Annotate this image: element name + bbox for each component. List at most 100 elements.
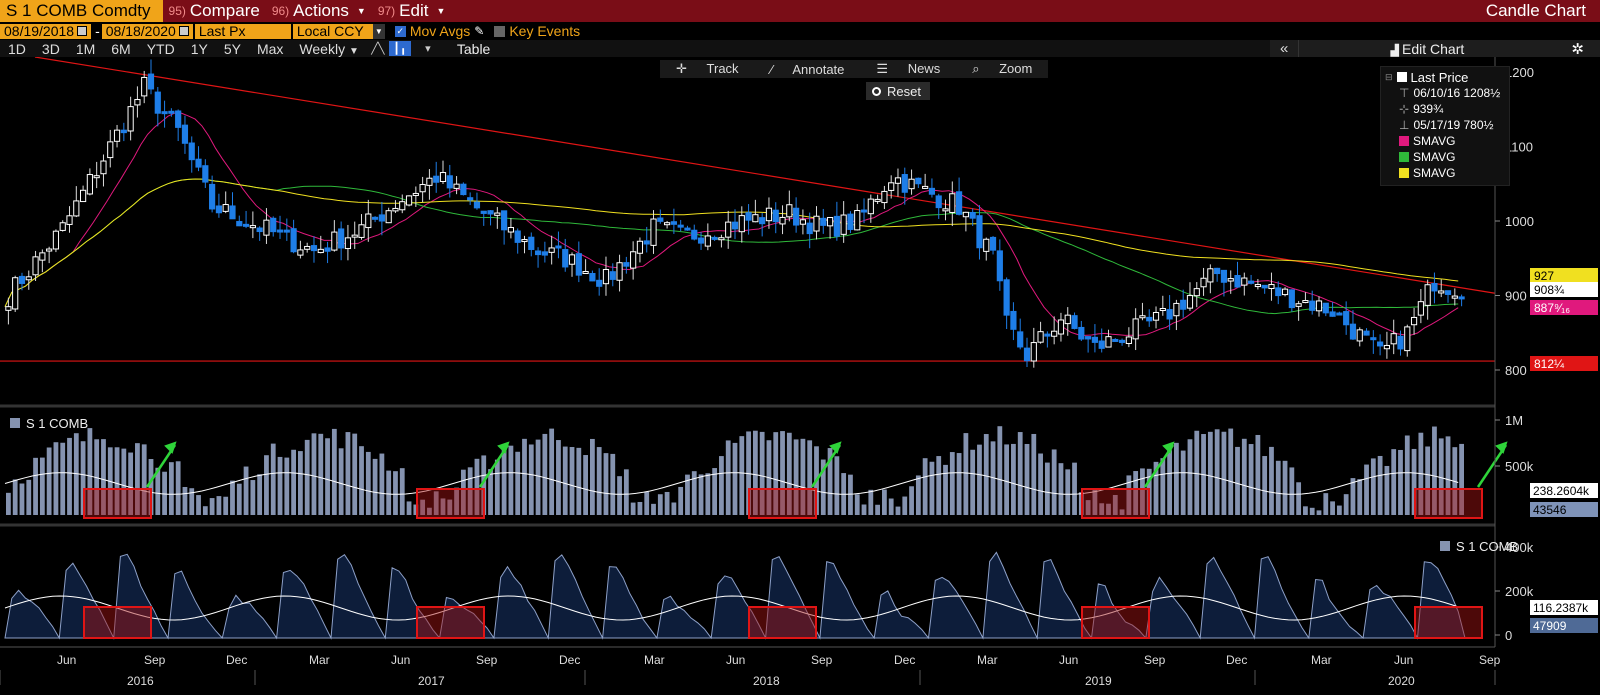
chart-type-title: Candle Chart xyxy=(1485,1,1586,20)
candle-body xyxy=(657,217,664,222)
candle-body xyxy=(351,234,358,238)
news-button[interactable]: ☰ News xyxy=(860,61,956,77)
period-1y[interactable]: 1Y xyxy=(183,41,216,57)
calendar-icon[interactable] xyxy=(178,26,189,36)
volume-bar xyxy=(861,504,867,515)
volume-bar xyxy=(549,428,555,515)
period-max[interactable]: Max xyxy=(249,41,291,57)
calendar-icon[interactable] xyxy=(77,26,88,36)
volume-bar xyxy=(33,457,38,515)
reset-button[interactable]: Reset xyxy=(866,82,930,100)
candle-body xyxy=(1247,280,1255,284)
volume-bar xyxy=(26,479,32,515)
start-date: 08/19/2018 xyxy=(4,23,75,39)
edit-chart-button[interactable]: ▟ Edit Chart xyxy=(1391,41,1465,57)
candle-body xyxy=(1030,342,1037,362)
period-5y[interactable]: 5Y xyxy=(216,41,249,57)
candle-body xyxy=(1118,339,1126,343)
low-oi-highlight xyxy=(748,606,817,639)
candle-body xyxy=(1234,275,1241,288)
candle-chart-icon[interactable]: ┃╻ xyxy=(388,41,411,56)
expand-icon[interactable]: ⊟ xyxy=(1385,72,1393,83)
volume-bar xyxy=(270,443,276,515)
period-bar: 1D 3D 1M 6M YTD 1Y 5Y Max Weekly ▼ ╱╲ ┃╻… xyxy=(0,40,1600,58)
volume-bar xyxy=(223,496,229,515)
currency-select[interactable]: Local CCY xyxy=(292,23,373,39)
volume-bar xyxy=(1044,462,1050,515)
candle-body xyxy=(1098,340,1105,349)
gear-icon[interactable]: ✲ xyxy=(1555,40,1600,58)
end-date-field[interactable]: 08/18/2020 xyxy=(101,23,193,39)
candle-body xyxy=(799,219,807,225)
arrow-head-icon xyxy=(1495,441,1508,454)
volume-bar xyxy=(352,433,358,515)
legend-sma-1[interactable]: SMAVG xyxy=(1385,133,1505,149)
volume-bar xyxy=(637,501,643,515)
open-interest-panel xyxy=(4,551,1483,640)
candle-body xyxy=(1424,284,1431,306)
candle-body xyxy=(1105,336,1112,348)
period-1m[interactable]: 1M xyxy=(68,41,103,57)
key-events-checkbox[interactable] xyxy=(494,25,506,37)
actions-menu[interactable]: 96) Actions ▼ xyxy=(266,0,372,22)
legend-sma-2[interactable]: SMAVG xyxy=(1385,149,1505,165)
track-button[interactable]: ✛ Track xyxy=(660,61,755,77)
candle-body xyxy=(147,73,155,90)
ticker-field[interactable]: S 1 COMB Comdty xyxy=(0,0,163,22)
volume-bar xyxy=(712,468,718,515)
collapse-icon[interactable]: « xyxy=(1270,40,1300,57)
volume-bar xyxy=(596,447,602,515)
candle-body xyxy=(514,230,521,243)
legend-last-price[interactable]: ⊟ Last Price xyxy=(1385,69,1505,85)
edit-menu[interactable]: 97) Edit ▼ xyxy=(372,0,452,22)
candle-body xyxy=(473,201,481,209)
volume-bar xyxy=(522,438,527,515)
candle-body xyxy=(759,217,766,225)
table-button[interactable]: Table xyxy=(457,41,490,57)
currency-dropdown-icon[interactable]: ▼ xyxy=(372,23,385,39)
month-label: Sep xyxy=(476,653,498,667)
volume-bar xyxy=(1214,429,1220,515)
volume-bar xyxy=(488,469,493,515)
volume-bar xyxy=(1269,446,1274,515)
volume-bar xyxy=(562,446,568,515)
volume-bar xyxy=(1296,482,1302,515)
volume-bar xyxy=(257,474,263,515)
pencil-icon[interactable]: ✎ xyxy=(474,24,484,38)
candle-body xyxy=(630,251,637,269)
news-label: News xyxy=(907,61,941,76)
period-ytd[interactable]: YTD xyxy=(139,41,183,57)
price-field-select[interactable]: Last Px xyxy=(194,23,291,39)
price-tick-label: 800 xyxy=(1505,363,1527,378)
volume-bar xyxy=(678,486,684,515)
compare-menu[interactable]: 95) Compare xyxy=(163,0,266,22)
annotate-button[interactable]: ∕ Annotate xyxy=(755,62,861,77)
period-3d[interactable]: 3D xyxy=(34,41,68,57)
frequency-select[interactable]: Weekly ▼ xyxy=(291,41,366,57)
volume-tag-label: 43546 xyxy=(1533,503,1567,517)
volume-bar xyxy=(569,447,575,515)
candle-body xyxy=(290,228,297,253)
chart-canvas[interactable]: 120011001000900800927908¾887⁹⁄₁₆812¼1M50… xyxy=(0,57,1600,695)
volume-bar xyxy=(331,428,337,515)
period-1d[interactable]: 1D xyxy=(0,41,34,57)
candle-body xyxy=(684,227,691,231)
start-date-field[interactable]: 08/19/2018 xyxy=(0,23,92,39)
chevron-down-icon[interactable]: ▾ xyxy=(417,41,439,56)
legend-sma-3[interactable]: SMAVG xyxy=(1385,165,1505,181)
candle-body xyxy=(494,212,501,216)
candle-body xyxy=(161,111,168,115)
zoom-button[interactable]: ⌕ Zoom xyxy=(956,61,1048,77)
title-bar: S 1 COMB Comdty 95) Compare 96) Actions … xyxy=(0,0,1600,22)
period-6m[interactable]: 6M xyxy=(103,41,138,57)
line-chart-icon[interactable]: ╱╲ xyxy=(367,41,389,56)
candle-body xyxy=(358,224,365,238)
volume-bar xyxy=(854,494,860,515)
pencil-icon: ∕ xyxy=(770,61,773,77)
candle-body xyxy=(1383,344,1391,350)
month-label: Jun xyxy=(726,653,745,667)
mov-avgs-checkbox[interactable]: ✓ xyxy=(394,25,406,37)
candle-body xyxy=(453,183,460,189)
candle-body xyxy=(433,175,440,183)
candle-body xyxy=(1200,277,1207,288)
